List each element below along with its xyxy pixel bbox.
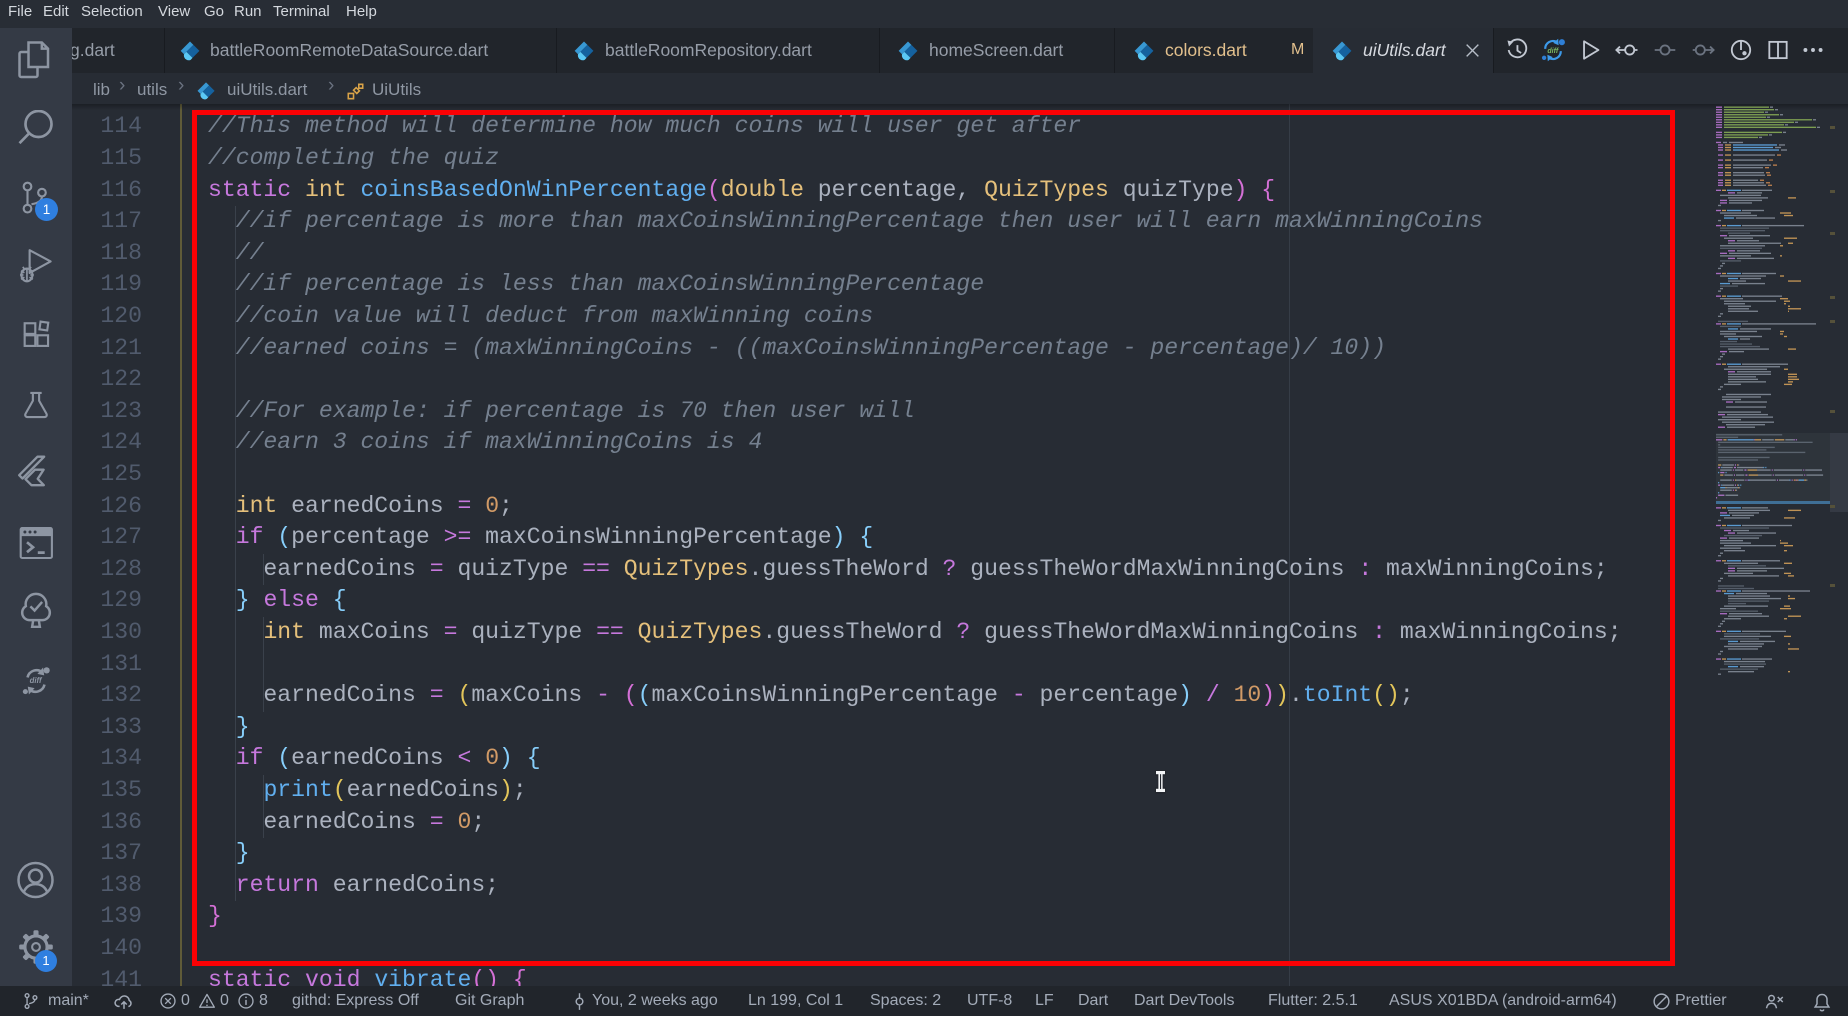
svg-text:diff: diff [1547,48,1558,55]
svg-text:diff: diff [30,676,43,685]
